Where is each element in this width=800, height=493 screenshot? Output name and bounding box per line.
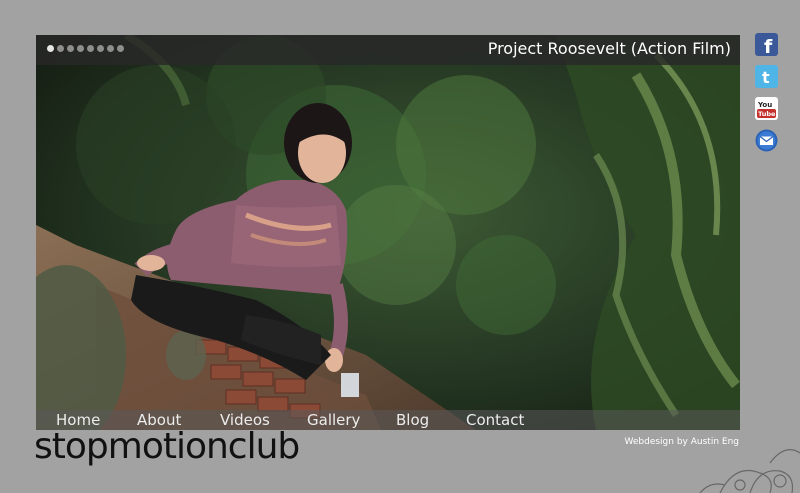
- svg-text:t: t: [762, 68, 770, 87]
- email-icon[interactable]: [755, 129, 778, 152]
- slideshow-header: Project Roosevelt (Action Film): [36, 35, 740, 65]
- slide-dot[interactable]: [57, 45, 64, 52]
- slide-dot[interactable]: [107, 45, 114, 52]
- slide-dot[interactable]: [87, 45, 94, 52]
- svg-text:You: You: [757, 101, 772, 109]
- nav-blog[interactable]: Blog: [396, 411, 429, 429]
- svg-text:Tube: Tube: [758, 110, 776, 118]
- slide-dot[interactable]: [67, 45, 74, 52]
- slide-dot[interactable]: [77, 45, 84, 52]
- slide-dot[interactable]: [117, 45, 124, 52]
- nav-gallery[interactable]: Gallery: [307, 411, 360, 429]
- youtube-icon[interactable]: You Tube: [755, 97, 778, 120]
- corner-flourish: [699, 449, 800, 493]
- slideshow[interactable]: Project Roosevelt (Action Film) Home Abo…: [36, 35, 740, 430]
- nav-contact[interactable]: Contact: [466, 411, 524, 429]
- facebook-icon[interactable]: f: [755, 33, 778, 56]
- twitter-icon[interactable]: t: [755, 65, 778, 88]
- slide-title: Project Roosevelt (Action Film): [487, 39, 731, 58]
- slide-dot[interactable]: [47, 45, 54, 52]
- slide-photo: [36, 35, 740, 430]
- svg-text:f: f: [764, 36, 773, 56]
- site-logo[interactable]: stopmotionclub: [34, 426, 300, 467]
- slide-dot[interactable]: [97, 45, 104, 52]
- slide-pager[interactable]: [47, 45, 124, 52]
